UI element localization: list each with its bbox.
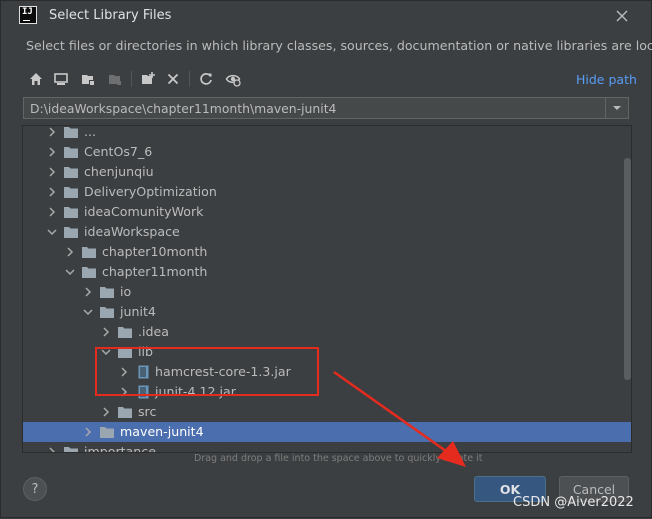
- path-combobox[interactable]: D:\ideaWorkspace\chapter11month\maven-ju…: [23, 97, 629, 119]
- folder-icon: [100, 427, 114, 438]
- tree-row-label: DeliveryOptimization: [84, 184, 217, 199]
- annotation-highlight-box: [95, 347, 319, 396]
- project-button[interactable]: [77, 67, 99, 91]
- folder-icon: [64, 127, 78, 138]
- tree-row[interactable]: io: [23, 282, 631, 302]
- chevron-down-icon[interactable]: [83, 307, 93, 317]
- chevron-right-icon[interactable]: [65, 247, 75, 257]
- tree-row[interactable]: importance: [23, 442, 631, 453]
- tree-row-label: ideaWorkspace: [84, 224, 180, 239]
- tree-row-label: io: [120, 284, 132, 299]
- chevron-right-icon[interactable]: [101, 407, 111, 417]
- tree-row-label: maven-junit4: [120, 424, 204, 439]
- show-hidden-icon: [225, 74, 241, 87]
- folder-icon: [82, 267, 96, 278]
- chevron-right-icon[interactable]: [47, 207, 57, 217]
- close-icon: [616, 10, 628, 22]
- module-icon: [109, 75, 121, 85]
- chevron-right-icon[interactable]: [47, 447, 57, 453]
- tree-row[interactable]: junit4: [23, 302, 631, 322]
- dialog-description: Select files or directories in which lib…: [26, 38, 652, 53]
- chevron-right-icon[interactable]: [47, 187, 57, 197]
- toolbar-separator: [189, 71, 190, 87]
- folder-icon: [118, 327, 132, 338]
- folder-icon: [64, 227, 78, 238]
- folder-icon: [64, 167, 78, 178]
- show-hidden-button[interactable]: [222, 67, 244, 91]
- desktop-icon: [54, 73, 68, 85]
- tree-row-label: ideaComunityWork: [84, 204, 204, 219]
- tree-row[interactable]: src: [23, 402, 631, 422]
- folder-icon: [64, 207, 78, 218]
- tree-row-label: .idea: [138, 324, 169, 339]
- select-library-files-dialog: IJ Select Library Files Select files or …: [0, 0, 652, 518]
- path-field[interactable]: D:\ideaWorkspace\chapter11month\maven-ju…: [30, 101, 336, 116]
- project-icon: [82, 75, 94, 85]
- toolbar-separator: [131, 71, 132, 87]
- folder-icon: [100, 287, 114, 298]
- folder-icon: [100, 307, 114, 318]
- tree-row-label: importance: [84, 444, 156, 453]
- chevron-down-icon[interactable]: [65, 267, 75, 277]
- chevron-right-icon[interactable]: [47, 147, 57, 157]
- chevron-right-icon[interactable]: [47, 127, 57, 137]
- tree-row[interactable]: maven-junit4: [23, 422, 631, 442]
- folder-icon: [64, 187, 78, 198]
- path-dropdown-button[interactable]: [605, 98, 628, 118]
- tree-row-label: chapter10month: [102, 244, 208, 259]
- tree-row-label: chenjunqiu: [84, 164, 154, 179]
- watermark: CSDN @Aiver2022: [513, 495, 634, 510]
- tree-row[interactable]: chapter10month: [23, 242, 631, 262]
- new-folder-button[interactable]: [137, 67, 159, 91]
- chevron-down-icon: [613, 106, 621, 110]
- tree-row-label: src: [138, 404, 157, 419]
- dialog-title: Select Library Files: [49, 8, 172, 23]
- refresh-icon: [200, 73, 212, 85]
- tree-row[interactable]: .idea: [23, 322, 631, 342]
- delete-button[interactable]: [162, 67, 184, 91]
- file-tree[interactable]: ... CentOs7_6 chenjunqiu DeliveryOptimizati…: [22, 125, 632, 453]
- tree-row-label: CentOs7_6: [84, 144, 153, 159]
- tree-row[interactable]: chenjunqiu: [23, 162, 631, 182]
- tree-row[interactable]: ...: [23, 125, 631, 142]
- intellij-app-icon: IJ: [19, 6, 37, 24]
- folder-icon: [82, 247, 96, 258]
- folder-icon: [64, 447, 78, 452]
- tree-row[interactable]: CentOs7_6: [23, 142, 631, 162]
- tree-row[interactable]: ideaComunityWork: [23, 202, 631, 222]
- desktop-button[interactable]: [50, 67, 72, 91]
- new-folder-icon: [142, 72, 155, 84]
- home-button[interactable]: [25, 67, 47, 91]
- folder-icon: [64, 147, 78, 158]
- hide-path-link[interactable]: Hide path: [576, 72, 637, 87]
- drag-drop-hint: Drag and drop a file into the space abov…: [194, 453, 483, 464]
- help-button[interactable]: ?: [23, 477, 47, 501]
- chevron-right-icon[interactable]: [83, 427, 93, 437]
- delete-icon: [167, 73, 179, 85]
- chevron-right-icon[interactable]: [83, 287, 93, 297]
- close-button[interactable]: [612, 6, 632, 26]
- chevron-right-icon[interactable]: [101, 327, 111, 337]
- title-bar: IJ Select Library Files: [1, 1, 651, 31]
- tree-row[interactable]: ideaWorkspace: [23, 222, 631, 242]
- tree-row-label: junit4: [120, 304, 156, 319]
- folder-icon: [118, 407, 132, 418]
- refresh-button[interactable]: [195, 67, 217, 91]
- tree-row[interactable]: DeliveryOptimization: [23, 182, 631, 202]
- tree-row-label: chapter11month: [102, 264, 208, 279]
- tree-row-label: ...: [84, 125, 97, 139]
- tree-row[interactable]: chapter11month: [23, 262, 631, 282]
- module-button[interactable]: [104, 67, 126, 91]
- tree-scrollbar[interactable]: [624, 158, 631, 380]
- chevron-down-icon[interactable]: [47, 227, 57, 237]
- chevron-right-icon[interactable]: [47, 167, 57, 177]
- home-icon: [30, 73, 42, 85]
